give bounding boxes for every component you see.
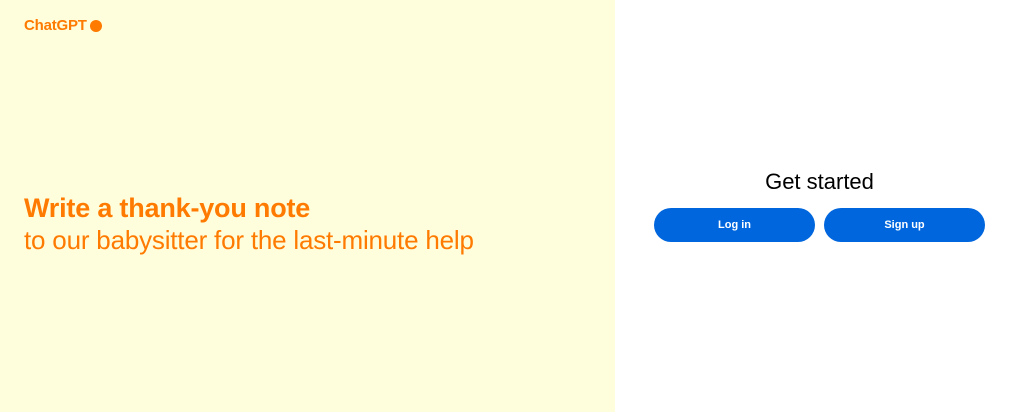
auth-panel: Get started Log in Sign up <box>615 0 1024 412</box>
login-button[interactable]: Log in <box>654 208 815 242</box>
signup-button[interactable]: Sign up <box>824 208 985 242</box>
brand-logo: ChatGPT <box>24 17 102 34</box>
auth-container: Get started Log in Sign up <box>654 168 985 242</box>
hero-headline-bold: Write a thank-you note <box>24 193 311 223</box>
hero-headline-regular: to our babysitter for the last-minute he… <box>24 225 474 255</box>
hero-panel: ChatGPT Write a thank-you note to our ba… <box>0 0 615 412</box>
hero-headline: Write a thank-you note to our babysitter… <box>24 191 584 256</box>
auth-buttons: Log in Sign up <box>654 208 985 242</box>
brand-dot-icon <box>89 19 102 32</box>
auth-title: Get started <box>765 169 874 194</box>
brand-name: ChatGPT <box>24 17 87 34</box>
login-page: ChatGPT Write a thank-you note to our ba… <box>0 0 1024 412</box>
